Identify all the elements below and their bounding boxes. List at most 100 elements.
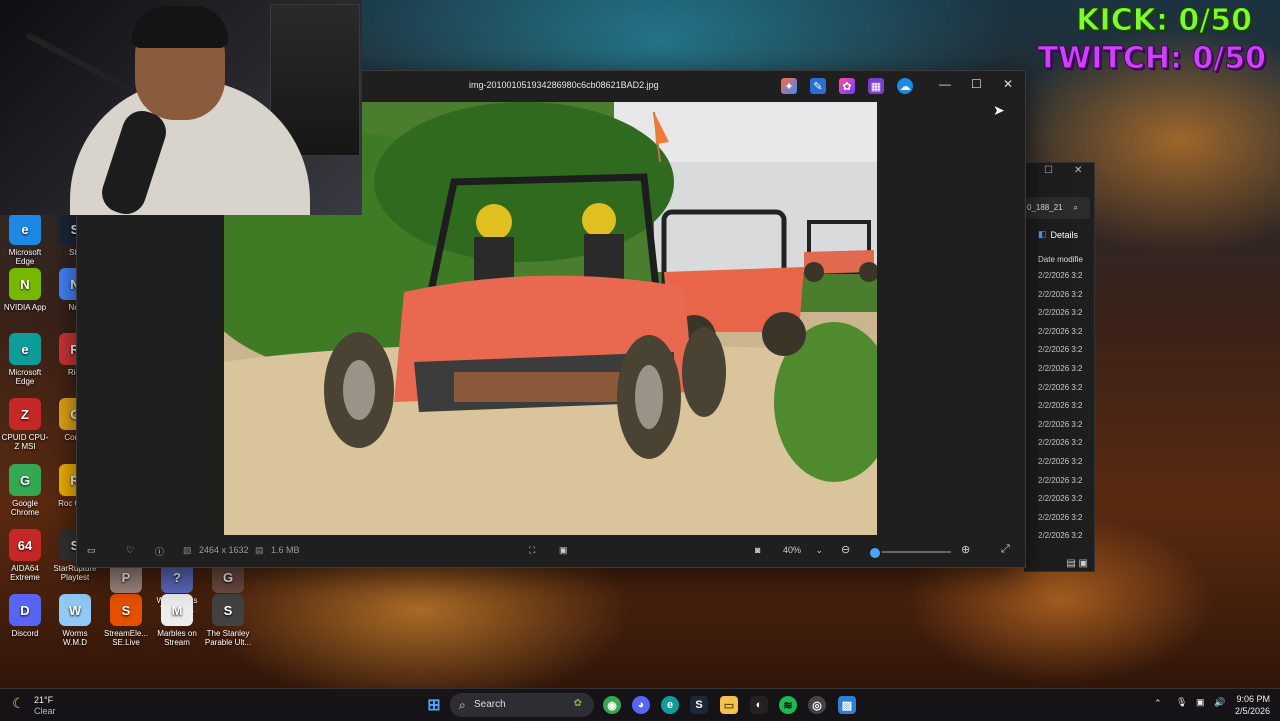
discord-taskbar-icon[interactable]: ◕ xyxy=(632,696,650,714)
desktop-icon[interactable]: S The Stanley Parable Ult... xyxy=(203,594,253,647)
file-explorer-window[interactable]: ☐ ✕ 0_188_21 ⌕ ◧ Details Date modifie 2/… xyxy=(1024,162,1095,572)
date-modified-cell[interactable]: 2/2/2026 3:2 xyxy=(1038,345,1082,364)
date-modified-cell[interactable]: 2/2/2026 3:2 xyxy=(1038,438,1082,457)
slideshow-icon[interactable]: ◙ xyxy=(755,545,760,555)
date-modified-cell[interactable]: 2/2/2026 3:2 xyxy=(1038,457,1082,476)
view-toggle-icon[interactable]: ▤ ▣ xyxy=(1066,558,1088,569)
explorer-search-value: 0_188_21 xyxy=(1027,203,1063,212)
info-icon[interactable]: ⓘ xyxy=(155,545,164,558)
window-title: img-201001051934286980c6cb08621BAD2.jpg xyxy=(469,80,659,90)
date-modified-cell[interactable]: 2/2/2026 3:2 xyxy=(1038,531,1082,550)
date-modified-cell[interactable]: 2/2/2026 3:2 xyxy=(1038,383,1082,402)
desktop-icon[interactable]: N NVIDIA App xyxy=(0,268,50,312)
clock-time[interactable]: 9:06 PM xyxy=(1232,694,1270,704)
image-size-icon: ▧ xyxy=(183,545,192,555)
spotify-taskbar-icon[interactable]: ≋ xyxy=(779,696,797,714)
mouse-cursor-icon: ➤ xyxy=(993,102,1005,118)
desktop-icon-label: Discord xyxy=(11,629,39,638)
desktop-icon[interactable]: G Google Chrome xyxy=(0,464,50,517)
desktop-icon[interactable]: S StreamEle... SE.Live xyxy=(101,594,151,647)
date-column: 2/2/2026 3:2 2/2/2026 3:2 2/2/2026 3:2 2/2/… xyxy=(1038,271,1082,550)
zoom-in-icon[interactable]: ⊕ xyxy=(961,543,970,556)
filmstrip-icon[interactable]: ▭ xyxy=(87,545,96,556)
chrome-taskbar-icon[interactable]: ◉ xyxy=(603,696,621,714)
desktop-icon[interactable]: D Discord xyxy=(0,594,50,638)
date-modified-cell[interactable]: 2/2/2026 3:2 xyxy=(1038,271,1082,290)
close-icon[interactable]: ✕ xyxy=(1003,77,1013,91)
details-label: Details xyxy=(1050,229,1079,240)
desktop-icon-label: Marbles on Stream xyxy=(157,629,197,647)
desktop-icon[interactable]: e Microsoft Edge xyxy=(0,213,50,266)
desktop-icon[interactable]: 64 AIDA64 Extreme xyxy=(0,529,50,582)
edge-taskbar-icon[interactable]: e xyxy=(661,696,679,714)
paint-icon[interactable]: ✿ xyxy=(839,78,855,94)
desktop-icon-label: Microsoft Edge xyxy=(8,248,42,266)
photos-taskbar-icon[interactable]: ▨ xyxy=(838,696,856,714)
mic-arm xyxy=(25,32,135,94)
desktop-icon[interactable]: Z CPUID CPU-Z MSI xyxy=(0,398,50,451)
taskbar-search-box[interactable]: ⌕ Search ✿ xyxy=(450,693,594,717)
date-modified-cell[interactable]: 2/2/2026 3:2 xyxy=(1038,401,1082,420)
desktop-icon[interactable]: W Worms W.M.D xyxy=(50,594,100,647)
minimize-icon[interactable]: — xyxy=(939,77,951,91)
file-size: 1.6 MB xyxy=(271,545,300,555)
details-button[interactable]: ◧ Details xyxy=(1038,229,1078,240)
desktop-icon-label: AIDA64 Extreme xyxy=(10,564,40,582)
zoom-level-value: 40% xyxy=(783,545,802,555)
microphone-tray-icon[interactable]: 🎙 xyxy=(1176,697,1187,708)
chevron-up-icon[interactable]: ⌃ xyxy=(1154,698,1162,709)
desktop-icon[interactable]: M Marbles on Stream xyxy=(152,594,202,647)
cpuz-icon: Z xyxy=(9,398,41,430)
clipchamp-icon[interactable]: ▦ xyxy=(868,78,884,94)
weather-temp[interactable]: 21°F xyxy=(34,695,53,705)
image-dimensions: 2464 x 1632 xyxy=(199,545,249,555)
favorite-heart-icon[interactable]: ♡ xyxy=(126,545,134,556)
app-taskbar-icon[interactable]: ◎ xyxy=(808,696,826,714)
explorer-search-input[interactable]: 0_188_21 ⌕ xyxy=(1024,197,1090,219)
clock-date[interactable]: 2/5/2026 xyxy=(1226,706,1270,716)
weather-moon-icon[interactable]: ☾ xyxy=(12,695,25,712)
date-modified-cell[interactable]: 2/2/2026 3:2 xyxy=(1038,494,1082,513)
date-modified-cell[interactable]: 2/2/2026 3:2 xyxy=(1038,513,1082,532)
column-header-date-modified[interactable]: Date modifie xyxy=(1038,255,1083,264)
fit-to-window-icon[interactable]: ⛶ xyxy=(529,545,535,556)
copilot-icon[interactable]: ✦ xyxy=(781,78,797,94)
zoom-level-select[interactable]: 40% ⌄ xyxy=(783,545,823,556)
maximize-icon[interactable]: ☐ xyxy=(1044,165,1053,176)
onedrive-icon[interactable]: ☁ xyxy=(897,78,913,94)
desktop-icon-label: Worms W.M.D xyxy=(62,629,88,647)
date-modified-cell[interactable]: 2/2/2026 3:2 xyxy=(1038,476,1082,495)
streamer-hair xyxy=(132,6,228,48)
twitch-follower-counter: TWITCH: 0/50 xyxy=(1037,41,1266,76)
zoom-out-icon[interactable]: ⊖ xyxy=(841,543,850,556)
date-modified-cell[interactable]: 2/2/2026 3:2 xyxy=(1038,327,1082,346)
desktop-icon-label: StreamEle... SE.Live xyxy=(103,629,148,647)
file-explorer-taskbar-icon[interactable]: ▭ xyxy=(720,696,738,714)
date-modified-cell[interactable]: 2/2/2026 3:2 xyxy=(1038,290,1082,309)
steam-taskbar-icon[interactable]: S xyxy=(690,696,708,714)
desktop-icon-label: CPUID CPU-Z MSI xyxy=(1,433,49,451)
edit-icon[interactable]: ✎ xyxy=(810,78,826,94)
zoom-slider-thumb[interactable] xyxy=(868,546,883,560)
full-screen-icon[interactable]: ⤢ xyxy=(1001,543,1010,556)
chrome-icon: G xyxy=(9,464,41,496)
maximize-icon[interactable]: ☐ xyxy=(971,77,982,91)
worms-icon: W xyxy=(59,594,91,626)
search-icon: ⌕ xyxy=(459,698,466,712)
nvidia-icon: N xyxy=(9,268,41,300)
text-select-icon[interactable]: ▣ xyxy=(559,545,568,556)
date-modified-cell[interactable]: 2/2/2026 3:2 xyxy=(1038,364,1082,383)
close-icon[interactable]: ✕ xyxy=(1074,165,1082,176)
obs-taskbar-icon[interactable]: ◐ xyxy=(750,696,768,714)
network-icon[interactable]: ▣ xyxy=(1196,697,1205,708)
desktop-icon-label: The Stanley Parable Ult... xyxy=(204,629,252,647)
desktop-icon-label: Microsoft Edge xyxy=(8,368,42,386)
weather-desc[interactable]: Clear xyxy=(34,706,56,716)
aida64-icon: 64 xyxy=(9,529,41,561)
stanley-icon: S xyxy=(212,594,244,626)
start-windows-icon[interactable]: ⊞ xyxy=(425,696,443,714)
desktop-icon[interactable]: e Microsoft Edge xyxy=(0,333,50,386)
date-modified-cell[interactable]: 2/2/2026 3:2 xyxy=(1038,308,1082,327)
date-modified-cell[interactable]: 2/2/2026 3:2 xyxy=(1038,420,1082,439)
volume-icon[interactable]: 🔊 xyxy=(1214,697,1225,708)
